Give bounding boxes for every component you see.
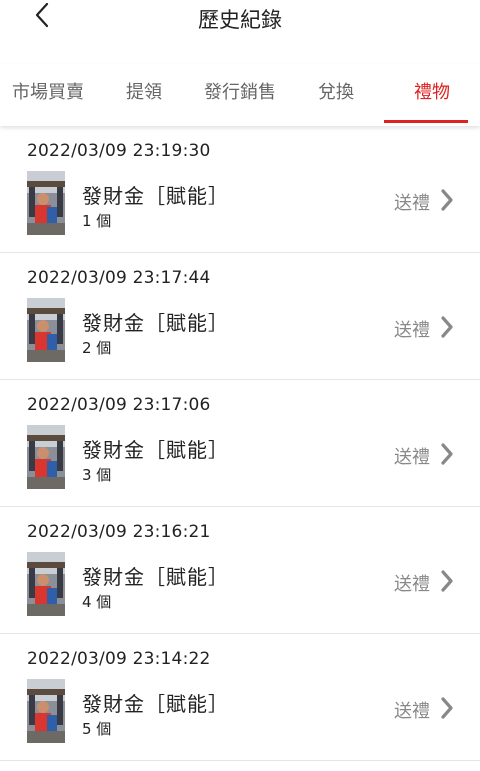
tab-gift[interactable]: 禮物 xyxy=(384,64,480,126)
photo-thumbnail xyxy=(27,552,65,616)
send-gift-label: 送禮 xyxy=(394,320,430,341)
list-item: 2022/03/09 23:17:44 發財金［賦能］ 2 個 送禮 xyxy=(0,253,480,380)
item-quantity: 5 個 xyxy=(82,720,112,738)
tab-withdraw[interactable]: 提領 xyxy=(102,64,186,126)
tab-label: 兌換 xyxy=(318,82,354,103)
chevron-right-icon xyxy=(440,316,454,342)
tab-issue-sales[interactable]: 發行銷售 xyxy=(192,64,288,126)
tab-label: 發行銷售 xyxy=(204,82,276,103)
item-name: 發財金［賦能］ xyxy=(82,692,229,716)
tab-exchange[interactable]: 兌換 xyxy=(294,64,378,126)
tab-bar: 市場買賣 提領 發行銷售 兌換 禮物 xyxy=(0,64,480,126)
tab-market-trading[interactable]: 市場買賣 xyxy=(0,64,96,126)
gift-history-list: 2022/03/09 23:19:30 發財金［賦能］ 1 個 送禮 2022/… xyxy=(0,126,480,761)
send-gift-label: 送禮 xyxy=(394,574,430,595)
chevron-right-icon xyxy=(440,189,454,215)
tab-label: 提領 xyxy=(126,82,162,103)
send-gift-button[interactable]: 送禮 xyxy=(394,697,454,723)
active-tab-indicator xyxy=(384,120,468,123)
send-gift-label: 送禮 xyxy=(394,701,430,722)
send-gift-label: 送禮 xyxy=(394,193,430,214)
list-item: 2022/03/09 23:17:06 發財金［賦能］ 3 個 送禮 xyxy=(0,380,480,507)
tab-label: 禮物 xyxy=(414,82,450,103)
record-timestamp: 2022/03/09 23:14:22 xyxy=(27,649,211,669)
chevron-right-icon xyxy=(440,697,454,723)
photo-thumbnail xyxy=(27,298,65,362)
record-timestamp: 2022/03/09 23:19:30 xyxy=(27,141,211,161)
item-quantity: 3 個 xyxy=(82,466,112,484)
page-title: 歷史紀錄 xyxy=(198,8,282,32)
record-timestamp: 2022/03/09 23:17:06 xyxy=(27,395,211,415)
item-name: 發財金［賦能］ xyxy=(82,438,229,462)
chevron-right-icon xyxy=(440,443,454,469)
list-item: 2022/03/09 23:14:22 發財金［賦能］ 5 個 送禮 xyxy=(0,634,480,761)
photo-thumbnail xyxy=(27,425,65,489)
send-gift-button[interactable]: 送禮 xyxy=(394,316,454,342)
send-gift-button[interactable]: 送禮 xyxy=(394,189,454,215)
list-item: 2022/03/09 23:16:21 發財金［賦能］ 4 個 送禮 xyxy=(0,507,480,634)
send-gift-label: 送禮 xyxy=(394,447,430,468)
record-timestamp: 2022/03/09 23:17:44 xyxy=(27,268,211,288)
list-item: 2022/03/09 23:19:30 發財金［賦能］ 1 個 送禮 xyxy=(0,126,480,253)
item-quantity: 4 個 xyxy=(82,593,112,611)
photo-thumbnail xyxy=(27,679,65,743)
tab-label: 市場買賣 xyxy=(12,82,84,103)
item-quantity: 1 個 xyxy=(82,212,112,230)
send-gift-button[interactable]: 送禮 xyxy=(394,443,454,469)
send-gift-button[interactable]: 送禮 xyxy=(394,570,454,596)
item-name: 發財金［賦能］ xyxy=(82,184,229,208)
chevron-right-icon xyxy=(440,570,454,596)
item-name: 發財金［賦能］ xyxy=(82,311,229,335)
item-name: 發財金［賦能］ xyxy=(82,565,229,589)
record-timestamp: 2022/03/09 23:16:21 xyxy=(27,522,211,542)
item-quantity: 2 個 xyxy=(82,339,112,357)
photo-thumbnail xyxy=(27,171,65,235)
app-header: 歷史紀錄 xyxy=(0,0,480,40)
